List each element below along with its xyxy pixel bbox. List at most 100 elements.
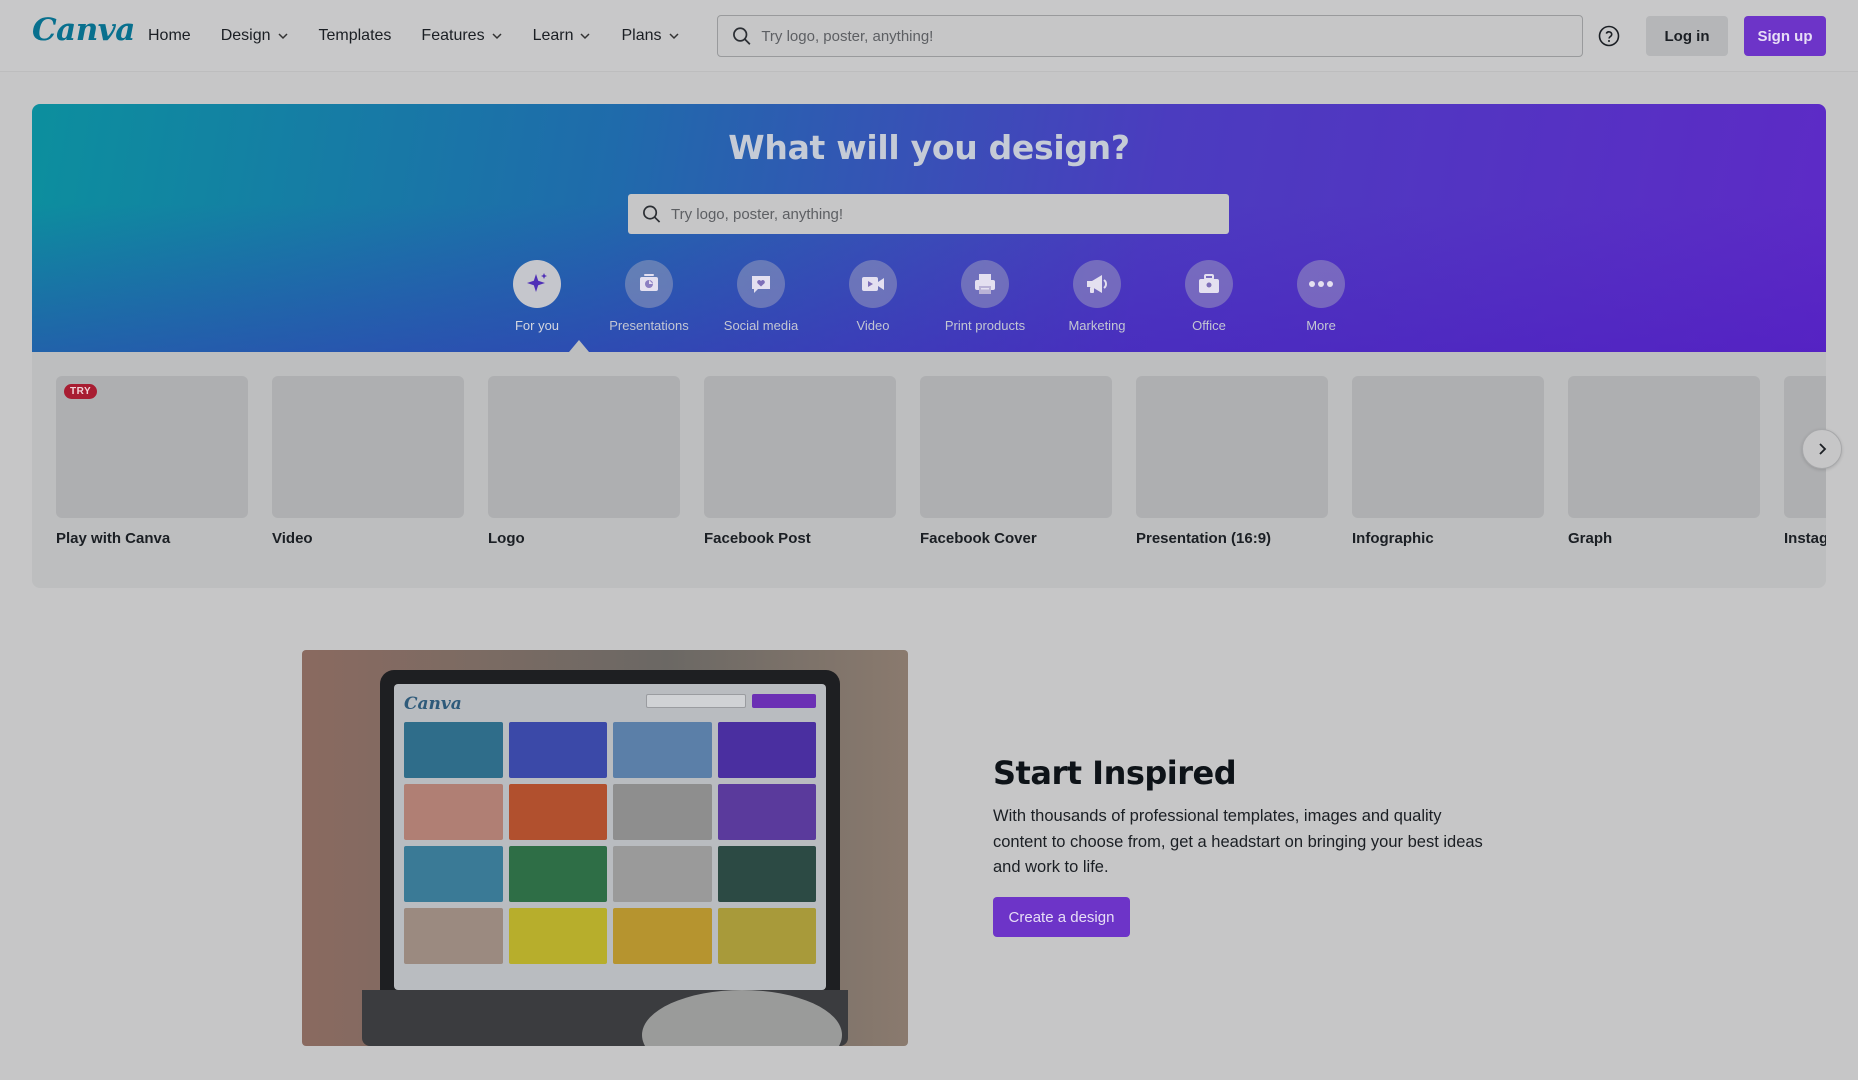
signup-button[interactable]: Sign up <box>1744 16 1826 56</box>
cat-circle <box>513 260 561 308</box>
template-tile <box>404 908 503 964</box>
search-icon <box>643 205 661 223</box>
tab-marketing[interactable]: Marketing <box>1037 260 1157 333</box>
cat-circle <box>1185 260 1233 308</box>
template-tile <box>717 784 816 840</box>
top-navigation-bar: Canva Home Design Templates Features Lea… <box>0 0 1858 72</box>
create-design-button[interactable]: Create a design <box>993 897 1130 937</box>
nav-plans[interactable]: Plans <box>621 27 679 45</box>
hero-search-box[interactable] <box>628 194 1229 234</box>
tab-social-media[interactable]: Social media <box>701 260 821 333</box>
card-label: Presentation (16:9) <box>1136 530 1272 547</box>
tab-label: Presentations <box>609 318 689 333</box>
design-type-card[interactable]: Graph <box>1568 376 1760 547</box>
tab-label: Office <box>1192 318 1226 333</box>
nav-templates-label: Templates <box>318 27 392 44</box>
header-search-box[interactable] <box>717 15 1583 57</box>
template-tile <box>508 722 607 778</box>
template-tile <box>404 784 503 840</box>
nav-features-label: Features <box>421 27 485 44</box>
video-camera-icon <box>862 277 884 291</box>
template-tile <box>508 784 607 840</box>
header-search-input[interactable] <box>761 27 1582 45</box>
template-tile <box>717 908 816 964</box>
chevron-down-icon <box>277 33 288 40</box>
tab-print-products[interactable]: Print products <box>925 260 1045 333</box>
hero-banner: What will you design? For you Presentati… <box>32 104 1826 352</box>
nav-home-label: Home <box>148 27 191 44</box>
card-label: Graph <box>1568 530 1613 547</box>
tab-label: Marketing <box>1068 318 1126 333</box>
nav-design[interactable]: Design <box>221 27 289 45</box>
design-type-card[interactable]: Presentation (16:9) <box>1136 376 1328 547</box>
card-thumbnail <box>1352 376 1544 518</box>
main-nav: Home Design Templates Features Learn Pla… <box>148 0 710 72</box>
cat-circle <box>1297 260 1345 308</box>
template-tile <box>508 908 607 964</box>
nav-home[interactable]: Home <box>148 27 191 45</box>
card-label: Play with Canva <box>56 530 171 547</box>
cat-circle <box>961 260 1009 308</box>
nav-templates[interactable]: Templates <box>319 27 392 45</box>
tab-office[interactable]: Office <box>1149 260 1269 333</box>
laptop-illustration: Canva <box>380 670 840 1000</box>
tab-label: Print products <box>944 318 1026 333</box>
tab-label: More <box>1306 318 1336 333</box>
design-type-card[interactable]: TRY Play with Canva <box>56 376 248 547</box>
card-label: Facebook Post <box>704 530 811 547</box>
design-type-card[interactable]: Facebook Post <box>704 376 896 547</box>
sparkle-icon <box>527 273 547 292</box>
cat-circle <box>849 260 897 308</box>
nav-design-label: Design <box>220 27 271 44</box>
design-type-card[interactable]: Video <box>272 376 464 547</box>
template-tile <box>613 908 712 964</box>
card-thumbnail <box>704 376 896 518</box>
active-tab-indicator <box>569 340 589 352</box>
nav-features[interactable]: Features <box>421 27 502 45</box>
hero-title: What will you design? <box>728 128 1130 167</box>
card-thumbnail <box>920 376 1112 518</box>
design-type-card[interactable]: Facebook Cover <box>920 376 1112 547</box>
card-thumbnail: TRY <box>56 376 248 518</box>
card-label: Facebook Cover <box>920 530 1037 547</box>
promo-description: With thousands of professional templates… <box>993 807 1483 876</box>
printer-icon <box>975 274 995 294</box>
cat-circle <box>1073 260 1121 308</box>
nav-learn[interactable]: Learn <box>533 27 592 45</box>
design-type-card[interactable]: Logo <box>488 376 680 547</box>
category-tabs: For you Presentations Social media Video… <box>32 260 1826 352</box>
help-icon[interactable] <box>1598 25 1620 47</box>
template-tiles <box>404 722 816 964</box>
template-tile <box>404 722 503 778</box>
card-thumbnail <box>488 376 680 518</box>
tab-presentations[interactable]: Presentations <box>589 260 709 333</box>
template-tile <box>613 846 712 902</box>
try-badge: TRY <box>64 384 98 399</box>
chevron-down-icon <box>668 33 679 40</box>
carousel-next-button[interactable] <box>1802 429 1842 469</box>
template-tile <box>717 722 816 778</box>
card-label: Infographic <box>1352 530 1434 547</box>
login-button[interactable]: Log in <box>1646 16 1728 56</box>
nav-learn-label: Learn <box>532 27 574 44</box>
chevron-right-icon <box>1819 443 1827 455</box>
card-label: Logo <box>488 530 525 547</box>
tab-video[interactable]: Video <box>813 260 933 333</box>
canva-logo[interactable]: Canva <box>32 12 135 48</box>
template-tile <box>613 722 712 778</box>
card-thumbnail <box>272 376 464 518</box>
card-thumbnail <box>1568 376 1760 518</box>
tab-more[interactable]: More <box>1261 260 1381 333</box>
tab-for-you[interactable]: For you <box>477 260 597 333</box>
template-tile <box>404 846 503 902</box>
design-type-card[interactable]: Infographic <box>1352 376 1544 547</box>
chevron-down-icon <box>580 33 591 40</box>
tab-label: Video <box>856 318 890 333</box>
template-tile <box>508 846 607 902</box>
screen-search <box>646 694 746 708</box>
chevron-down-icon <box>492 33 502 40</box>
promo-title: Start Inspired <box>993 754 1237 792</box>
screen-button <box>752 694 816 708</box>
hero-search-input[interactable] <box>671 205 1229 223</box>
card-label: Video <box>272 530 313 547</box>
